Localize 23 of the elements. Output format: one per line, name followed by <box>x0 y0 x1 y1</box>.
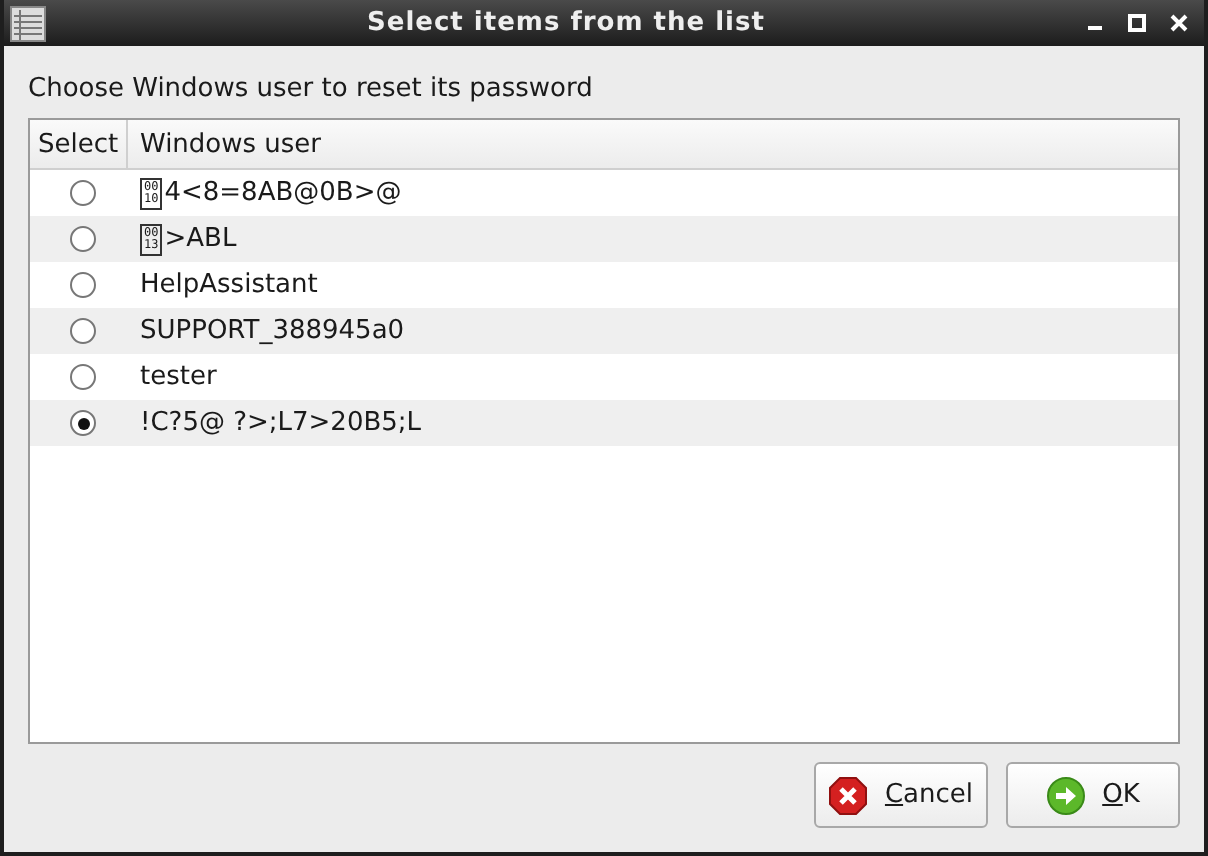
maximize-icon[interactable] <box>1128 14 1146 32</box>
column-header[interactable]: Select <box>30 120 128 168</box>
ok-button[interactable]: OK <box>1006 762 1180 828</box>
user-name: >ABL <box>164 224 237 254</box>
user-name: !C?5@ ?>;L7>20B5;L <box>140 408 422 438</box>
stop-x-icon <box>828 775 869 815</box>
close-icon[interactable] <box>1170 14 1188 32</box>
user-name: SUPPORT_388945a0 <box>140 316 405 346</box>
radio-button[interactable] <box>70 226 96 252</box>
column-header[interactable]: Windows user <box>128 120 1178 168</box>
user-name: HelpAssistant <box>140 270 318 300</box>
radio-button[interactable] <box>70 410 96 436</box>
prompt-text: Choose Windows user to reset its password <box>28 74 595 104</box>
cancel-button[interactable]: Cancel <box>814 762 988 828</box>
arrow-circle-icon <box>1046 775 1087 815</box>
radio-button[interactable] <box>70 180 96 206</box>
user-name: 4<8=8AB@0B>@ <box>164 178 402 208</box>
radio-button[interactable] <box>70 272 96 298</box>
user-name: tester <box>140 362 217 392</box>
radio-button[interactable] <box>70 364 96 390</box>
radio-button[interactable] <box>70 318 96 344</box>
window-menu-icon[interactable] <box>10 5 46 41</box>
window-title: Select items from the list <box>365 8 767 38</box>
